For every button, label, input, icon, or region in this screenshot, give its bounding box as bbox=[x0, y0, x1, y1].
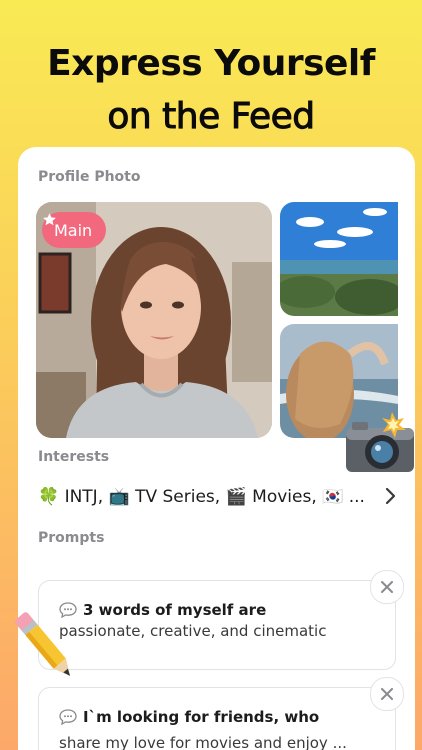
prompt-card-2[interactable]: I`m looking for friends, who share my lo… bbox=[38, 687, 396, 750]
close-icon bbox=[381, 581, 393, 593]
main-photo-badge: Main bbox=[42, 212, 107, 248]
pencil-icon bbox=[15, 612, 71, 676]
headline-line-2: on the Feed bbox=[107, 96, 316, 138]
prompt-1-remove-button[interactable] bbox=[370, 570, 404, 604]
prompt-title-1: 3 words of myself are bbox=[59, 601, 266, 619]
headline-line-1: Express Yourself bbox=[47, 43, 375, 84]
seascape-illustration bbox=[280, 202, 398, 316]
speech-bubble-icon bbox=[59, 709, 77, 725]
prompts-label: Prompts bbox=[38, 530, 105, 546]
close-icon bbox=[381, 688, 393, 700]
prompt-title-2-text: I`m looking for friends, who bbox=[83, 708, 320, 726]
headline: Express Yourself on the Feed bbox=[0, 38, 422, 144]
interests-row[interactable]: 🍀 INTJ, 📺 TV Series, 🎬 Movies, 🇰🇷 ... bbox=[38, 483, 398, 511]
prompt-card-1[interactable]: 3 words of myself are passionate, creati… bbox=[38, 580, 396, 670]
chevron-right-icon bbox=[385, 487, 396, 505]
main-badge-label: Main bbox=[54, 220, 93, 240]
prompt-title-1-text: 3 words of myself are bbox=[83, 601, 267, 619]
prompt-answer-2: share my love for movies and enjoy ... bbox=[59, 734, 347, 750]
camera-icon bbox=[346, 412, 414, 472]
prompt-2-remove-button[interactable] bbox=[370, 677, 404, 711]
prompt-answer-1: passionate, creative, and cinematic bbox=[59, 622, 327, 640]
interests-label: Interests bbox=[38, 449, 110, 465]
interests-list: 🍀 INTJ, 📺 TV Series, 🎬 Movies, 🇰🇷 ... bbox=[38, 487, 365, 507]
prompt-title-2: I`m looking for friends, who bbox=[59, 708, 319, 726]
main-profile-photo[interactable]: Main bbox=[36, 202, 272, 438]
side-photo-seascape[interactable] bbox=[280, 202, 398, 316]
star-icon bbox=[43, 213, 56, 226]
profile-photo-label: Profile Photo bbox=[38, 169, 141, 185]
